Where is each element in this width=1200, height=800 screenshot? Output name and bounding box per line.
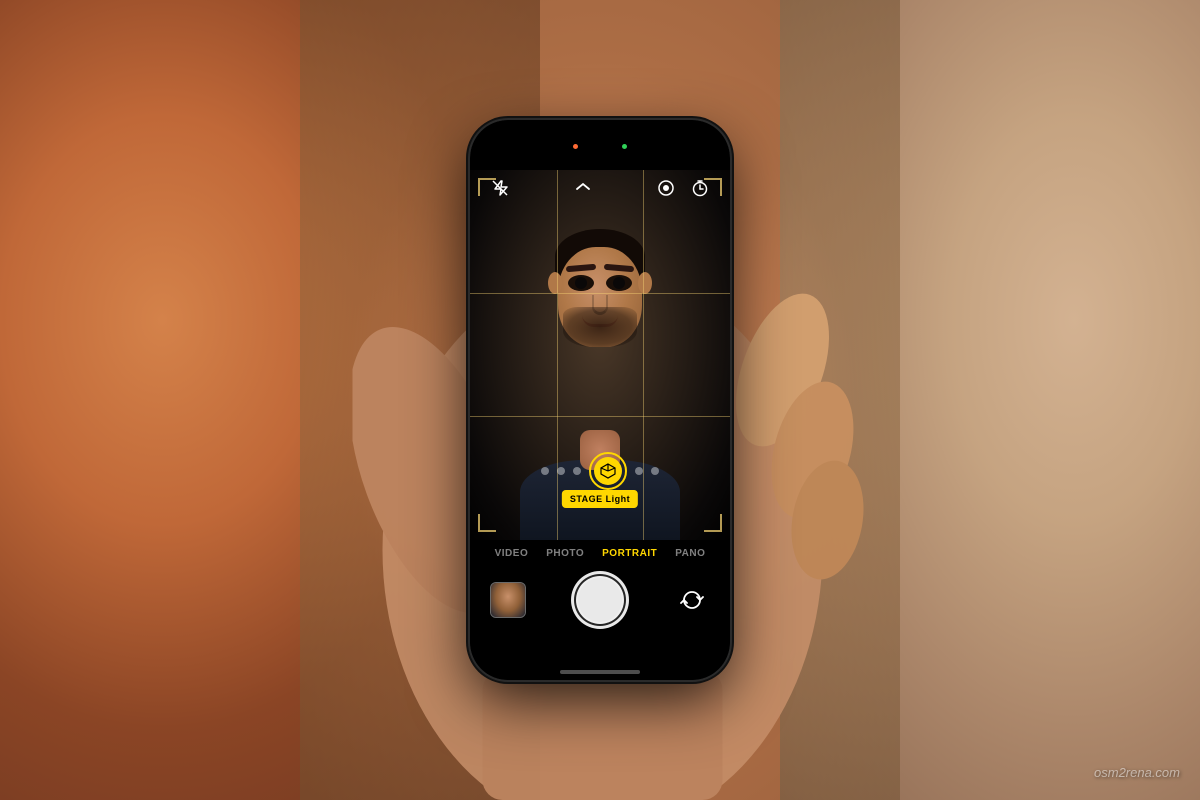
home-indicator xyxy=(560,670,640,674)
microphone-indicator xyxy=(573,144,578,149)
tab-portrait[interactable]: PORTRAIT xyxy=(602,548,657,559)
camera-mode-tabs: VIDEO PHOTO PORTRAIT PANO xyxy=(495,540,706,559)
stage-light-label: STAGE Light xyxy=(570,494,630,504)
timer-button[interactable] xyxy=(686,174,714,202)
dynamic-island xyxy=(555,132,645,160)
lighting-natural[interactable] xyxy=(541,467,549,475)
camera-screen: STAGE Light xyxy=(470,120,730,680)
eye-right xyxy=(606,275,632,291)
lighting-contour[interactable] xyxy=(573,467,581,475)
watermark-text: osm2rena.com xyxy=(1094,765,1180,780)
shutter-button-inner xyxy=(576,576,624,624)
top-right-icons-group xyxy=(652,174,714,202)
phone-body: STAGE Light xyxy=(470,120,730,680)
tab-video[interactable]: VIDEO xyxy=(495,548,529,559)
stage-light-badge: STAGE Light xyxy=(562,490,638,508)
tab-photo[interactable]: PHOTO xyxy=(546,548,584,559)
lighting-stage-light[interactable] xyxy=(589,452,627,490)
thumbnail-image xyxy=(491,583,525,617)
photo-thumbnail[interactable] xyxy=(490,582,526,618)
camera-flip-button[interactable] xyxy=(674,582,710,618)
live-photo-button[interactable] xyxy=(652,174,680,202)
eye-left xyxy=(568,275,594,291)
phone-device: STAGE Light xyxy=(470,120,730,680)
camera-viewfinder[interactable]: STAGE Light xyxy=(470,170,730,540)
shutter-row xyxy=(470,571,730,629)
person-face-group xyxy=(550,237,650,357)
ear-right xyxy=(638,272,652,294)
shutter-button[interactable] xyxy=(571,571,629,629)
eyebrow-right xyxy=(604,263,634,272)
flash-button[interactable] xyxy=(486,174,514,202)
eyebrow-left xyxy=(566,263,596,272)
bottom-controls: VIDEO PHOTO PORTRAIT PANO xyxy=(470,540,730,680)
person-face-oval xyxy=(558,247,642,347)
lighting-effects-selector[interactable] xyxy=(470,452,730,490)
tab-pano[interactable]: PANO xyxy=(675,548,705,559)
lighting-stage-light-icon xyxy=(594,457,622,485)
top-controls-bar xyxy=(470,168,730,208)
controls-expand-button[interactable] xyxy=(575,181,591,195)
site-watermark: osm2rena.com xyxy=(1094,765,1180,780)
lighting-stage-light-mono[interactable] xyxy=(635,467,643,475)
lighting-studio[interactable] xyxy=(557,467,565,475)
ear-left xyxy=(548,272,562,294)
camera-indicator xyxy=(622,144,627,149)
person-beard xyxy=(563,307,637,347)
lighting-high-key[interactable] xyxy=(651,467,659,475)
